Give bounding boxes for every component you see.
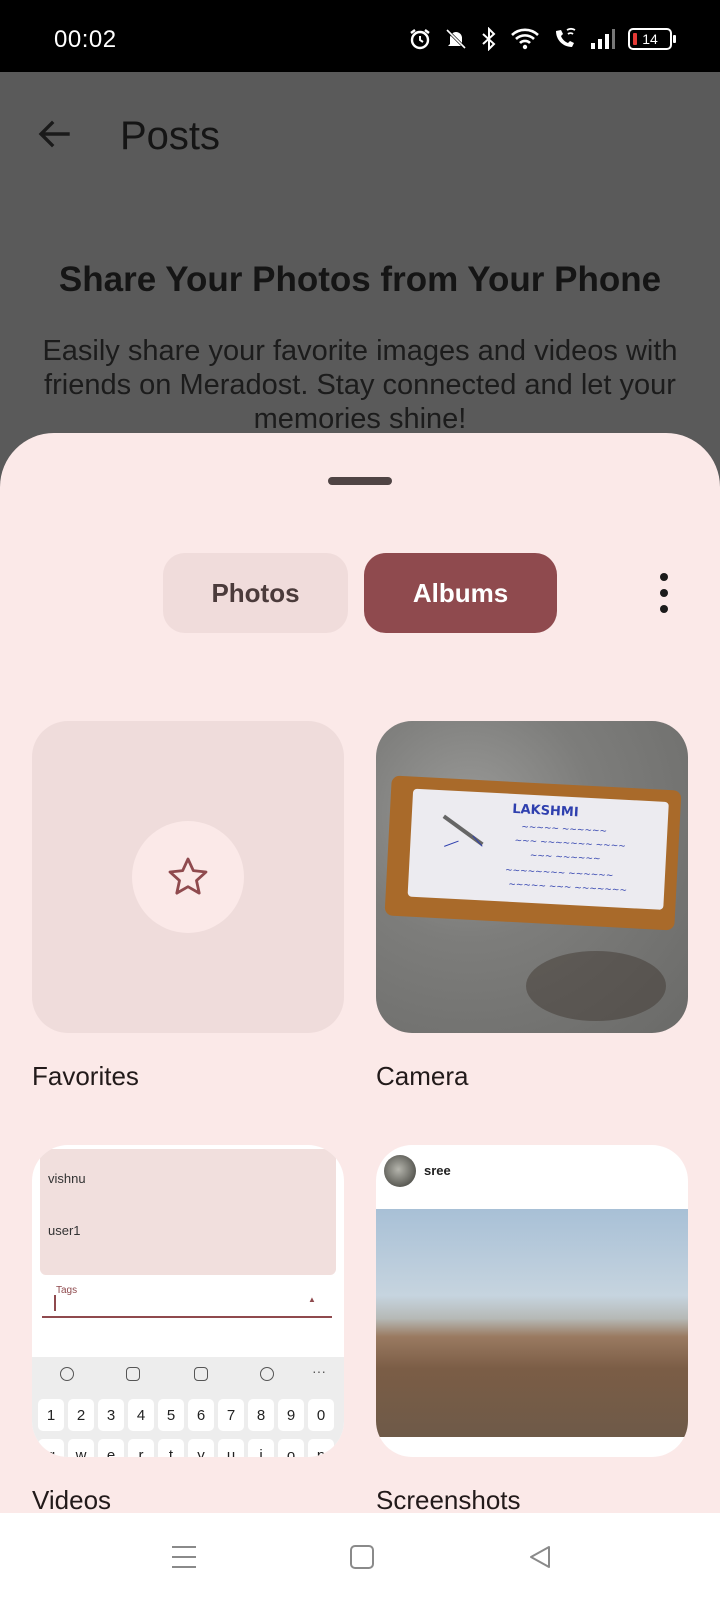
- battery-icon: 14: [628, 28, 676, 50]
- preview-key-row: 1 2 3 4 5 6 7 8 9 0: [38, 1399, 334, 1431]
- tab-albums[interactable]: Albums: [364, 553, 557, 633]
- battery-level: [633, 33, 637, 45]
- album-thumbnail: vishnu user1 Tags ▲ ··· 1 2 3 4 5 6 7 8 …: [32, 1145, 344, 1457]
- avatar: [384, 1155, 416, 1187]
- star-icon: [168, 857, 208, 895]
- recents-icon[interactable]: [166, 1539, 202, 1575]
- album-screenshots[interactable]: sree Screenshots: [376, 1145, 688, 1513]
- signal-icon: [591, 29, 615, 49]
- status-time: 00:02: [54, 26, 117, 53]
- more-vert-icon[interactable]: [648, 571, 680, 615]
- status-icons: 14: [408, 26, 676, 52]
- app-bar: Posts: [0, 72, 720, 202]
- preview-tags-label: Tags: [56, 1285, 78, 1296]
- status-bar: 00:02 14: [0, 0, 720, 72]
- album-label: Videos: [32, 1485, 112, 1513]
- hero-text: Easily share your favorite images and vi…: [42, 335, 678, 435]
- preview-user-name: user1: [48, 1223, 81, 1238]
- preview-user-name: vishnu: [48, 1171, 86, 1186]
- back-icon[interactable]: [522, 1539, 558, 1575]
- preview-user-list: vishnu user1: [40, 1149, 336, 1275]
- album-thumbnail: [32, 721, 344, 1033]
- hero-title: Share Your Photos from Your Phone: [58, 260, 662, 299]
- wifi-call-icon: [556, 28, 576, 47]
- preview-keyboard: ··· 1 2 3 4 5 6 7 8 9 0 q w e r t y u i …: [32, 1357, 344, 1457]
- preview-landscape-photo: [376, 1209, 688, 1437]
- album-videos[interactable]: vishnu user1 Tags ▲ ··· 1 2 3 4 5 6 7 8 …: [32, 1145, 344, 1513]
- album-label: Favorites: [32, 1061, 139, 1091]
- camera-photo-object: LAKSHMI ~~~~~ ~~~~~~ ~~~ ~~~~~~~ ~~~~ ~~…: [384, 775, 682, 931]
- back-arrow-icon[interactable]: [34, 114, 74, 154]
- album-camera[interactable]: LAKSHMI ~~~~~ ~~~~~~ ~~~ ~~~~~~~ ~~~~ ~~…: [376, 721, 688, 1092]
- album-thumbnail: sree: [376, 1145, 688, 1457]
- preview-key-row: q w e r t y u i o p: [38, 1439, 334, 1457]
- album-label: Camera: [376, 1061, 469, 1091]
- page-title: Posts: [120, 114, 221, 158]
- bluetooth-icon: [482, 27, 496, 51]
- mute-icon: [445, 28, 467, 50]
- favorites-badge: [132, 821, 244, 933]
- home-icon[interactable]: [344, 1539, 380, 1575]
- tab-photos[interactable]: Photos: [163, 553, 348, 633]
- system-nav-bar: [0, 1513, 720, 1600]
- album-label: Screenshots: [376, 1485, 521, 1513]
- wifi-icon: [511, 28, 539, 50]
- preview-dropdown-icon: ▲: [308, 1295, 316, 1304]
- battery-percent: 14: [642, 31, 658, 47]
- photo-picker-sheet: Photos Albums Favorites LAKSHMI ~~~~~ ~~…: [0, 433, 720, 1513]
- album-thumbnail: LAKSHMI ~~~~~ ~~~~~~ ~~~ ~~~~~~~ ~~~~ ~~…: [376, 721, 688, 1033]
- drag-handle[interactable]: [328, 477, 392, 485]
- album-favorites[interactable]: Favorites: [32, 721, 344, 1092]
- preview-username: sree: [424, 1163, 451, 1178]
- alarm-icon: [410, 29, 430, 50]
